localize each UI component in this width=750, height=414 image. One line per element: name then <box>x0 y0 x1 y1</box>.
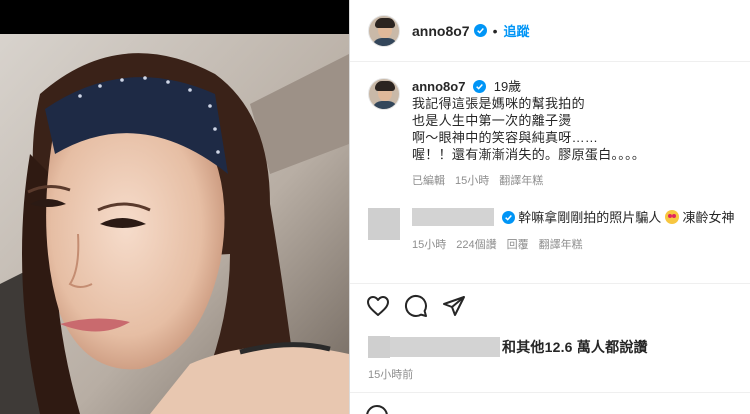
caption-author-avatar[interactable] <box>368 78 400 110</box>
reply-button[interactable]: 回覆 <box>507 239 529 251</box>
post-photo[interactable] <box>0 34 349 414</box>
divider <box>350 283 750 284</box>
comment-meta: 15小時 224個讚 回覆 翻譯年糕 <box>412 237 735 254</box>
caption-username[interactable]: anno8o7 <box>412 79 465 94</box>
caption-line: 啊～眼神中的笑容與純真呀…… <box>412 130 599 145</box>
caption-line: 也是人生中第一次的離子燙 <box>412 113 572 128</box>
post-time-ago[interactable]: 15小時前 <box>368 366 413 382</box>
verified-badge-icon <box>501 211 515 224</box>
portrait-illustration <box>0 34 349 414</box>
comment-likes[interactable]: 224個讚 <box>456 239 496 251</box>
heart-eyes-emoji-icon <box>664 210 679 224</box>
comment-body: 幹嘛拿剛剛拍的照片騙人 凍齡女神 15小時 224個讚 回覆 翻譯年糕 <box>412 208 735 254</box>
commenter-avatar-redacted[interactable] <box>368 208 400 240</box>
comment-text: 凍齡女神 <box>682 210 735 225</box>
commenter-username-redacted[interactable] <box>412 208 494 226</box>
edited-label: 已編輯 <box>412 175 445 187</box>
caption-body: anno8o7 19歲 我記得這張是媽咪的幫我拍的 也是人生中第一次的離子燙 啊… <box>412 78 645 190</box>
comment-item: 幹嘛拿剛剛拍的照片騙人 凍齡女神 15小時 224個讚 回覆 翻譯年糕 <box>368 208 743 254</box>
follow-button[interactable]: 追蹤 <box>503 21 529 40</box>
separator-dot: • <box>492 22 498 39</box>
author-username[interactable]: anno8o7 <box>412 23 470 39</box>
comment-time: 15小時 <box>412 239 447 251</box>
divider <box>350 392 750 393</box>
comment-icon[interactable] <box>404 294 428 318</box>
action-bar <box>366 294 466 318</box>
liker-name-redacted <box>390 337 500 357</box>
post-caption: anno8o7 19歲 我記得這張是媽咪的幫我拍的 也是人生中第一次的離子燙 啊… <box>368 78 738 190</box>
comment-text: 幹嘛拿剛剛拍的照片騙人 <box>518 210 662 225</box>
translate-link[interactable]: 翻譯年糕 <box>499 175 543 187</box>
likes-summary[interactable]: 和其他12.6 萬人都說讚 <box>368 336 648 358</box>
caption-time[interactable]: 15小時 <box>455 175 489 187</box>
likes-text: 和其他12.6 萬人都說讚 <box>502 339 648 355</box>
post-side-panel: anno8o7 • 追蹤 anno8o7 19歲 我記得這張是媽咪的幫我拍的 也… <box>349 0 750 414</box>
liker-avatar-redacted <box>368 336 390 358</box>
emoji-icon[interactable] <box>366 405 388 414</box>
caption-age: 19歲 <box>493 79 522 94</box>
post-header: anno8o7 • 追蹤 <box>350 0 750 62</box>
verified-badge-icon <box>473 24 487 37</box>
caption-line: 喔！！還有漸漸消失的。膠原蛋白。。。。 <box>412 147 646 162</box>
photo-pane <box>0 0 349 414</box>
share-icon[interactable] <box>442 294 466 318</box>
heart-icon[interactable] <box>366 294 390 318</box>
author-avatar[interactable] <box>368 14 400 47</box>
caption-meta: 已編輯 15小時 翻譯年糕 <box>412 173 645 190</box>
verified-badge-icon <box>473 80 487 93</box>
caption-line: 我記得這張是媽咪的幫我拍的 <box>412 96 585 111</box>
comment-translate-link[interactable]: 翻譯年糕 <box>539 239 583 251</box>
